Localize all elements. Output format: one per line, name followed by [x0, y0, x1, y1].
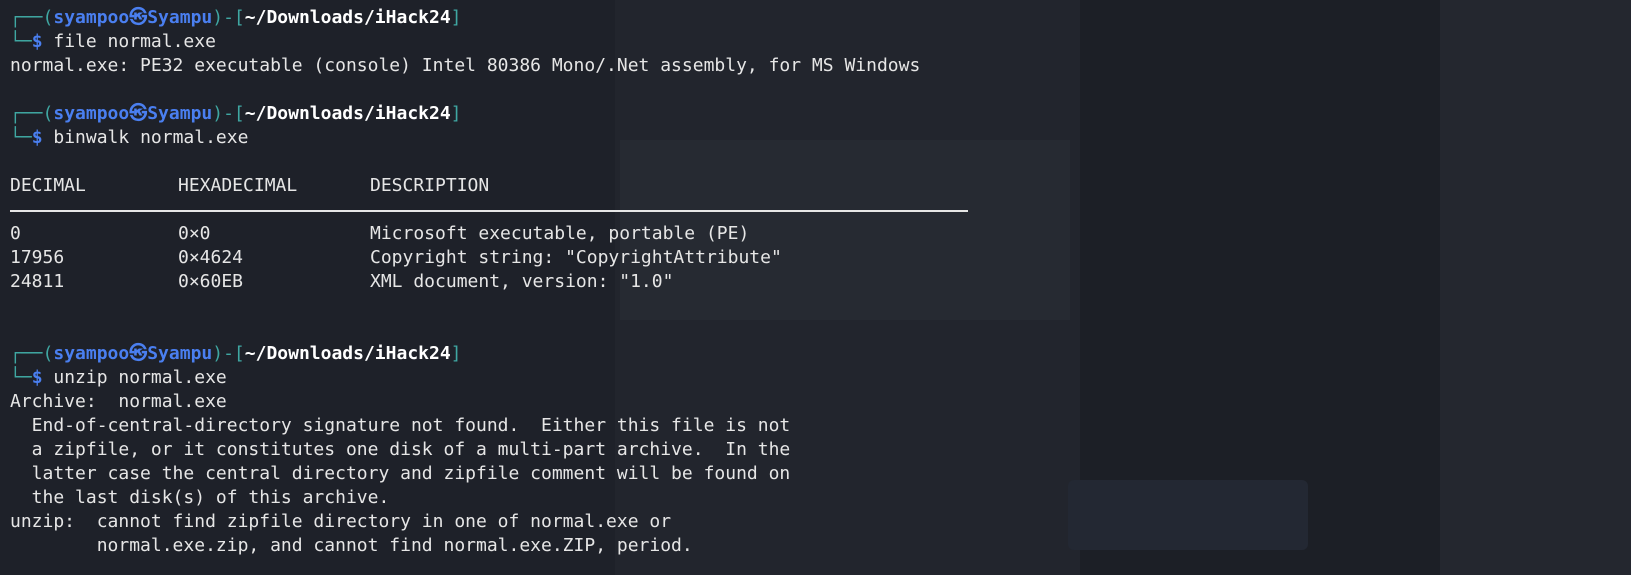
command-text: binwalk normal.exe: [53, 127, 249, 148]
table-divider: [10, 210, 968, 212]
table-cell: 17956: [10, 247, 65, 268]
prompt-corner: └─: [10, 31, 32, 52]
output-line: latter case the central directory and zi…: [10, 463, 791, 484]
prompt-corner: └─: [10, 367, 32, 388]
prompt-separator: )-[: [212, 7, 245, 28]
output-line: unzip: cannot find zipfile directory in …: [10, 511, 672, 532]
prompt-corner: ┌──(: [10, 103, 54, 124]
command-line: └─$ file normal.exe: [10, 30, 216, 54]
output-line: a zipfile, or it constitutes one disk of…: [10, 439, 791, 460]
prompt-separator: )-[: [212, 103, 245, 124]
prompt-dollar: $: [31, 367, 43, 388]
prompt-host: Syampu: [147, 343, 213, 364]
output-line: the last disk(s) of this archive.: [10, 487, 390, 508]
command-text: file normal.exe: [53, 31, 216, 52]
output-line: normal.exe.zip, and cannot find normal.e…: [10, 535, 693, 556]
prompt-user: syampoo: [53, 103, 130, 124]
command-line: └─$ unzip normal.exe: [10, 366, 227, 390]
prompt-separator: )-[: [212, 343, 245, 364]
command-line: └─$ binwalk normal.exe: [10, 126, 248, 150]
table-cell: Copyright string: "CopyrightAttribute": [370, 247, 782, 268]
output-line: End-of-central-directory signature not f…: [10, 415, 791, 436]
prompt-close: ]: [450, 7, 462, 28]
column-header-hexadecimal: HEXADECIMAL: [178, 175, 298, 196]
prompt-user: syampoo: [53, 343, 130, 364]
prompt-line: ┌──(syampoo㉿Syampu)-[~/Downloads/iHack24…: [10, 342, 462, 366]
table-cell: XML document, version: "1.0": [370, 271, 674, 292]
prompt-host: Syampu: [147, 7, 213, 28]
prompt-corner: └─: [10, 127, 32, 148]
prompt-corner: ┌──(: [10, 343, 54, 364]
prompt-path: ~/Downloads/iHack24: [244, 7, 451, 28]
output-line: Archive: normal.exe: [10, 391, 227, 412]
table-cell: 24811: [10, 271, 65, 292]
skull-icon: ㉿: [129, 7, 148, 28]
prompt-dollar: $: [31, 31, 43, 52]
table-cell: 0×0: [178, 223, 211, 244]
prompt-user: syampoo: [53, 7, 130, 28]
prompt-path: ~/Downloads/iHack24: [244, 103, 451, 124]
terminal-window[interactable]: ┌──(syampoo㉿Syampu)-[~/Downloads/iHack24…: [0, 0, 1631, 575]
prompt-path: ~/Downloads/iHack24: [244, 343, 451, 364]
prompt-dollar: $: [31, 127, 43, 148]
skull-icon: ㉿: [129, 103, 148, 124]
table-cell: 0×60EB: [178, 271, 244, 292]
column-header-decimal: DECIMAL: [10, 175, 86, 196]
command-text: unzip normal.exe: [53, 367, 227, 388]
column-header-description: DESCRIPTION: [370, 175, 490, 196]
prompt-line: ┌──(syampoo㉿Syampu)-[~/Downloads/iHack24…: [10, 6, 462, 30]
prompt-line: ┌──(syampoo㉿Syampu)-[~/Downloads/iHack24…: [10, 102, 462, 126]
table-cell: 0×4624: [178, 247, 244, 268]
table-cell: 0: [10, 223, 21, 244]
prompt-host: Syampu: [147, 103, 213, 124]
prompt-close: ]: [450, 103, 462, 124]
prompt-corner: ┌──(: [10, 7, 54, 28]
skull-icon: ㉿: [129, 343, 148, 364]
prompt-close: ]: [450, 343, 462, 364]
table-cell: Microsoft executable, portable (PE): [370, 223, 750, 244]
output-line: normal.exe: PE32 executable (console) In…: [10, 55, 921, 76]
